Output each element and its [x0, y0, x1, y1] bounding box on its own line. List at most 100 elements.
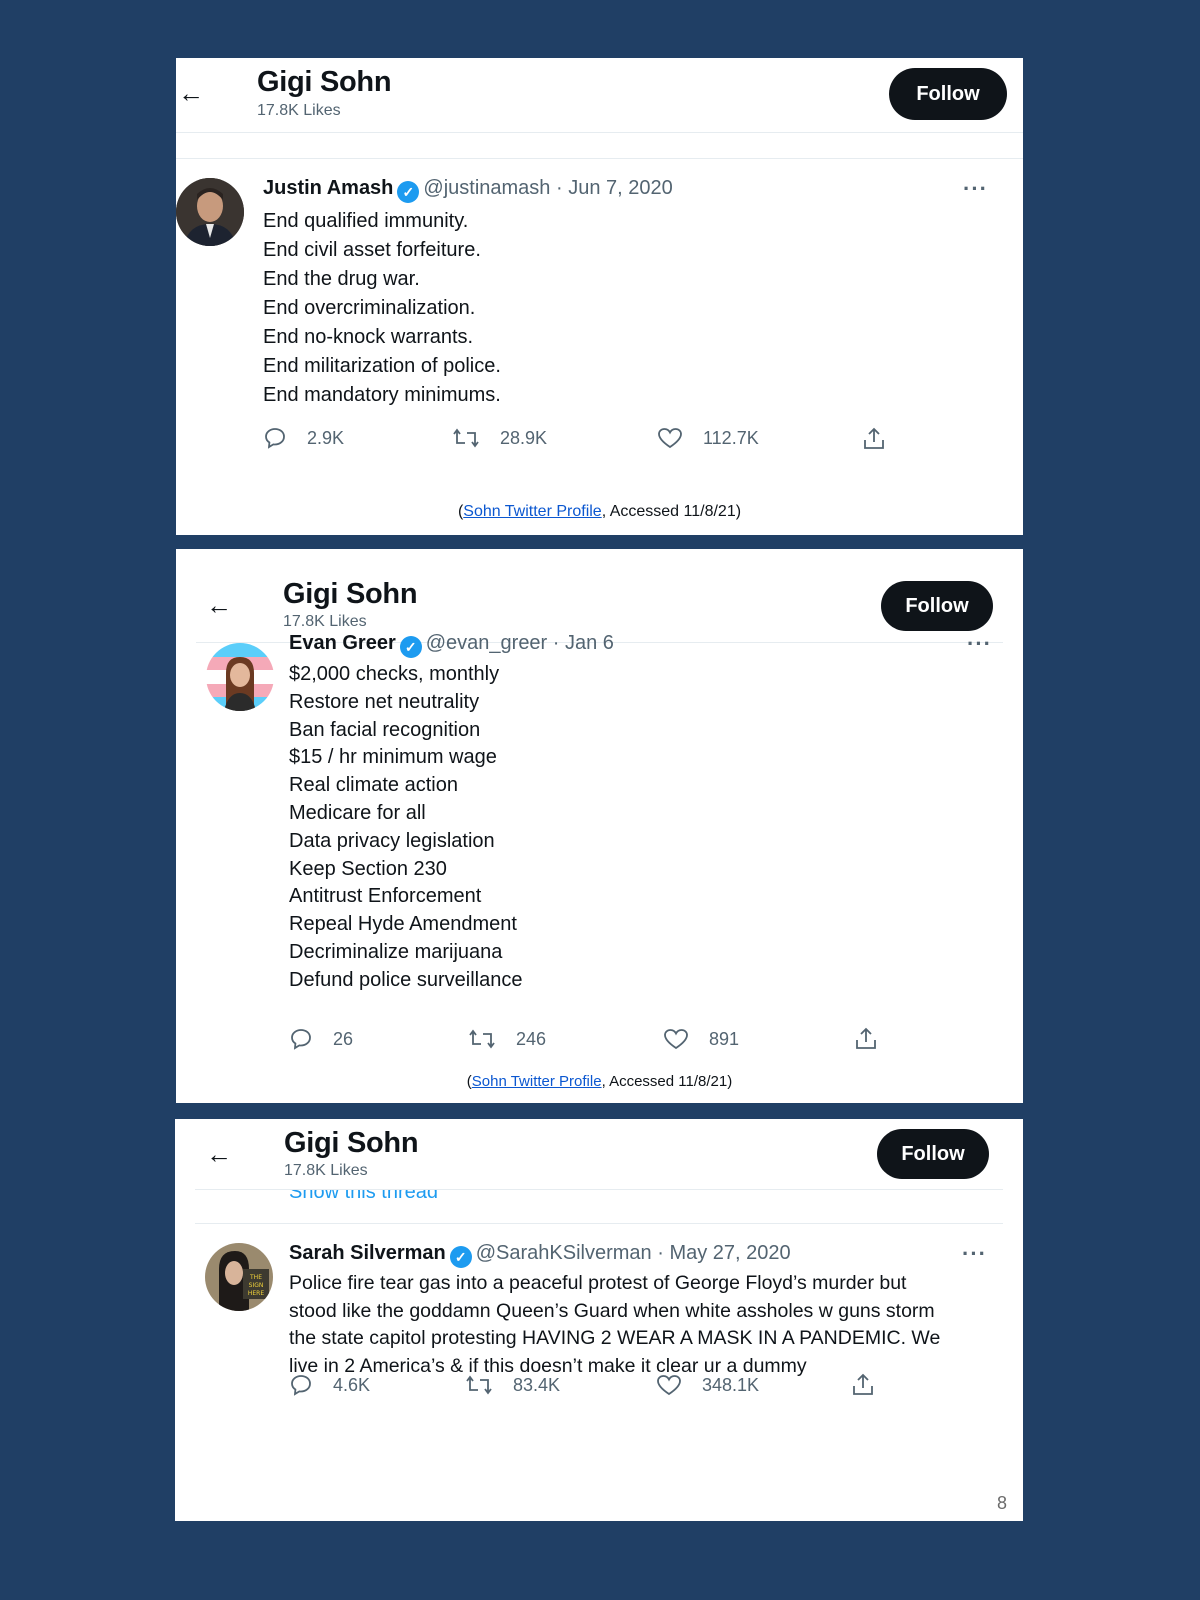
caption-accessed: , Accessed 11/8/21) [601, 503, 742, 520]
reply-count: 2.9K [307, 427, 345, 448]
avatar[interactable] [176, 178, 244, 246]
retweet-count: 28.9K [500, 427, 548, 448]
tweet-line: End overcriminalization. [263, 297, 476, 319]
tweet-line: stood like the goddamn Queen’s Guard whe… [289, 1299, 935, 1322]
like-icon [664, 1029, 688, 1050]
tweet-text: $2,000 checks, monthly Restore net neutr… [289, 661, 522, 995]
tweet-line: End qualified immunity. [263, 210, 469, 232]
retweet-button[interactable]: 83.4K [465, 1373, 560, 1397]
tweet-screenshot-1: ← Gigi Sohn 17.8K Likes Follow Justin Am… [176, 58, 1023, 535]
back-arrow-icon[interactable]: ← [206, 1141, 232, 1167]
profile-header: ← Gigi Sohn 17.8K Likes Follow [175, 1119, 1023, 1195]
profile-likes: 17.8K Likes [283, 613, 367, 630]
verified-icon: ✓ [397, 181, 420, 203]
tweet-handle-date[interactable]: @evan_greer · Jan 6 [426, 632, 614, 654]
retweet-button[interactable]: 28.9K [452, 426, 547, 450]
svg-text:SIGN: SIGN [249, 1282, 264, 1289]
like-button[interactable]: 348.1K [656, 1373, 759, 1397]
follow-button[interactable]: Follow [889, 68, 1007, 120]
retweet-count: 246 [516, 1028, 547, 1049]
tweet-line: Ban facial recognition [289, 718, 481, 741]
tweet-line: Data privacy legislation [289, 829, 495, 852]
tweet-line: Medicare for all [289, 801, 426, 824]
like-count: 112.7K [703, 427, 759, 448]
more-icon[interactable]: ··· [963, 176, 988, 202]
follow-button[interactable]: Follow [881, 581, 993, 631]
tweet-text: End qualified immunity. End civil asset … [263, 207, 501, 410]
show-thread-link[interactable]: Show this thread [289, 1190, 438, 1204]
tweet-line: the state capitol protesting HAVING 2 WE… [289, 1327, 941, 1349]
retweet-count: 83.4K [513, 1374, 561, 1395]
divider [176, 158, 1023, 159]
tweet-screenshot-2: ← Gigi Sohn 17.8K Likes Follow Evan Gree… [176, 549, 1023, 1103]
retweet-icon [469, 1029, 495, 1049]
reply-button[interactable]: 2.9K [263, 426, 344, 450]
source-link[interactable]: Sohn Twitter Profile [463, 503, 601, 520]
tweet-handle-date[interactable]: @justinamash · Jun 7, 2020 [423, 177, 672, 199]
like-button[interactable]: 112.7K [657, 426, 759, 450]
like-count: 891 [709, 1028, 740, 1049]
tweet-line: End no-knock warrants. [263, 326, 474, 348]
tweet-line: End mandatory minimums. [263, 384, 501, 406]
share-icon [856, 1027, 876, 1049]
divider [176, 132, 1023, 133]
like-icon [657, 1375, 681, 1396]
profile-likes: 17.8K Likes [284, 1162, 368, 1179]
reply-icon [265, 428, 285, 449]
tweet-line: Real climate action [289, 774, 458, 797]
like-icon [658, 428, 682, 449]
retweet-icon [453, 428, 479, 448]
svg-text:THE: THE [249, 1274, 262, 1281]
page-number: 8 [997, 1493, 1008, 1513]
more-icon[interactable]: ··· [962, 1241, 987, 1267]
tweet-line: $15 / hr minimum wage [289, 746, 497, 769]
tweet-meta: Sarah Silverman ✓ @SarahKSilverman · May 2… [289, 1242, 791, 1268]
tweet-line: Antitrust Enforcement [289, 885, 482, 908]
share-button[interactable] [861, 426, 907, 452]
tweet-line: End the drug war. [263, 268, 420, 290]
verified-icon: ✓ [449, 1246, 472, 1268]
tweet-line: End civil asset forfeiture. [263, 239, 481, 261]
tweet-handle-date[interactable]: @SarahKSilverman · May 27, 2020 [476, 1242, 791, 1264]
follow-button[interactable]: Follow [877, 1129, 989, 1179]
reply-count: 4.6K [333, 1374, 371, 1395]
source-caption: (Sohn Twitter Profile, Accessed 11/8/21) [176, 1073, 1023, 1090]
tweet-line: Repeal Hyde Amendment [289, 913, 517, 936]
tweet-line: $2,000 checks, monthly [289, 663, 500, 685]
tweet-line: Police fire tear gas into a peaceful pro… [289, 1272, 907, 1294]
source-link[interactable]: Sohn Twitter Profile [472, 1073, 602, 1090]
profile-likes: 17.8K Likes [257, 102, 341, 119]
tweet-author[interactable]: Justin Amash [263, 177, 393, 199]
verified-icon: ✓ [399, 636, 422, 658]
tweet-author[interactable]: Sarah Silverman [289, 1242, 446, 1264]
source-caption: (Sohn Twitter Profile, Accessed 11/8/21) [176, 503, 1023, 521]
tweet-line: Decriminalize marijuana [289, 940, 503, 963]
profile-name: Gigi Sohn [284, 1127, 419, 1159]
tweet-meta: Evan Greer ✓ @evan_greer · Jan 6 [289, 632, 614, 658]
profile-header: ← Gigi Sohn 17.8K Likes Follow [176, 58, 1023, 134]
tweet-line: Restore net neutrality [289, 690, 480, 713]
like-button[interactable]: 891 [663, 1027, 739, 1051]
more-icon[interactable]: ··· [967, 631, 992, 657]
reply-button[interactable]: 4.6K [289, 1373, 370, 1397]
tweet-screenshot-3: ← Gigi Sohn 17.8K Likes Follow Show this… [175, 1119, 1023, 1521]
reply-button[interactable]: 26 [289, 1027, 353, 1051]
tweet-line: Keep Section 230 [289, 857, 447, 880]
tweet-author[interactable]: Evan Greer [289, 632, 396, 654]
reply-icon [291, 1375, 311, 1396]
show-thread-clip: Show this thread [175, 1190, 1023, 1205]
svg-text:HERE: HERE [248, 1290, 264, 1297]
avatar[interactable]: THE SIGN HERE [205, 1243, 273, 1311]
tweet-line: End militarization of police. [263, 355, 501, 377]
retweet-button[interactable]: 246 [468, 1027, 546, 1051]
tweet-text: Police fire tear gas into a peaceful pro… [289, 1270, 940, 1380]
share-button[interactable] [850, 1372, 896, 1398]
back-arrow-icon[interactable]: ← [206, 592, 232, 618]
retweet-icon [466, 1375, 492, 1395]
tweet-meta: Justin Amash ✓ @justinamash · Jun 7, 2020 [263, 177, 673, 203]
profile-name: Gigi Sohn [257, 66, 392, 98]
caption-accessed: , Accessed 11/8/21) [601, 1073, 733, 1090]
share-button[interactable] [853, 1026, 899, 1052]
avatar[interactable] [206, 643, 274, 711]
back-arrow-icon[interactable]: ← [178, 80, 204, 106]
